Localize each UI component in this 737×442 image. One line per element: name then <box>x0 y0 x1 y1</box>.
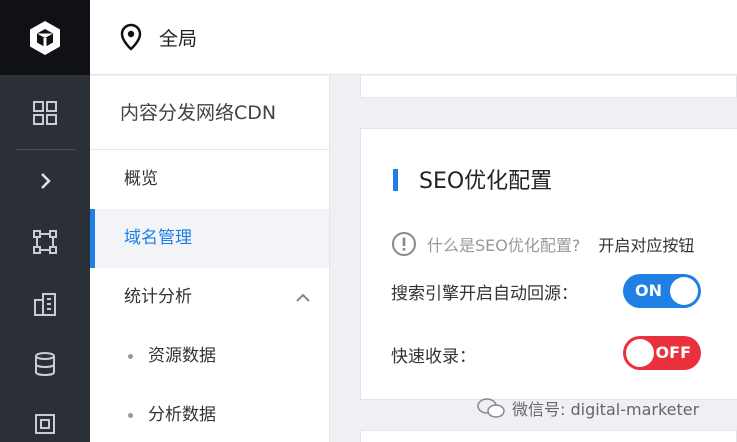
rail-divider <box>15 149 75 150</box>
auto-origin-label: 搜索引擎开启自动回源： <box>391 284 578 304</box>
chip-icon[interactable] <box>0 396 90 442</box>
previous-card <box>360 76 737 98</box>
icon-rail <box>0 0 90 442</box>
toggle-knob <box>626 339 654 367</box>
toggle-text: ON <box>635 281 662 300</box>
database-icon[interactable] <box>0 336 90 392</box>
chevron-right-icon[interactable] <box>0 153 90 209</box>
info-circle-icon[interactable] <box>391 231 417 257</box>
quick-index-label: 快速收录： <box>391 347 476 367</box>
subnav-item-overview[interactable]: 概览 <box>90 150 329 209</box>
help-answer-text: 开启对应按钮 <box>598 236 695 255</box>
top-header: 全局 <box>90 0 737 75</box>
watermark-text: 微信号: digital-marketer <box>512 400 700 419</box>
section-title: SEO优化配置 <box>419 169 553 194</box>
watermark: 微信号: digital-marketer <box>476 396 699 420</box>
quick-index-toggle[interactable]: OFF <box>623 336 701 370</box>
region-selector[interactable]: 全局 <box>159 24 197 51</box>
subnav-title: 内容分发网络CDN <box>90 76 329 150</box>
cdn-subnav: 内容分发网络CDN 概览 域名管理 统计分析 资源数据 分析数据 <box>90 76 330 442</box>
dashboard-grid-icon[interactable] <box>0 85 90 141</box>
cube-logo-icon[interactable] <box>0 0 90 75</box>
next-card <box>360 430 737 442</box>
subnav-item-label: 统计分析 <box>124 287 192 307</box>
subnav-subitem-resource-data[interactable]: 资源数据 <box>90 327 329 386</box>
section-accent-bar <box>393 169 398 191</box>
help-question-link[interactable]: 什么是SEO优化配置? <box>427 232 580 256</box>
subnav-item-domain-management[interactable]: 域名管理 <box>90 209 329 268</box>
location-pin-icon[interactable] <box>120 23 144 51</box>
building-icon[interactable] <box>0 276 90 332</box>
command-network-icon[interactable] <box>0 214 90 270</box>
auto-origin-toggle[interactable]: ON <box>623 274 701 308</box>
toggle-knob <box>670 277 698 305</box>
chevron-up-icon[interactable] <box>295 268 311 327</box>
seo-config-card: SEO优化配置 什么是SEO优化配置? 开启对应按钮 搜索引擎开启自动回源： O… <box>360 128 737 400</box>
subnav-subitem-analysis-data[interactable]: 分析数据 <box>90 386 329 442</box>
wechat-icon <box>477 398 505 418</box>
help-row: 什么是SEO优化配置? 开启对应按钮 <box>391 231 694 257</box>
subnav-item-statistics[interactable]: 统计分析 <box>90 268 329 327</box>
toggle-text: OFF <box>655 343 691 362</box>
